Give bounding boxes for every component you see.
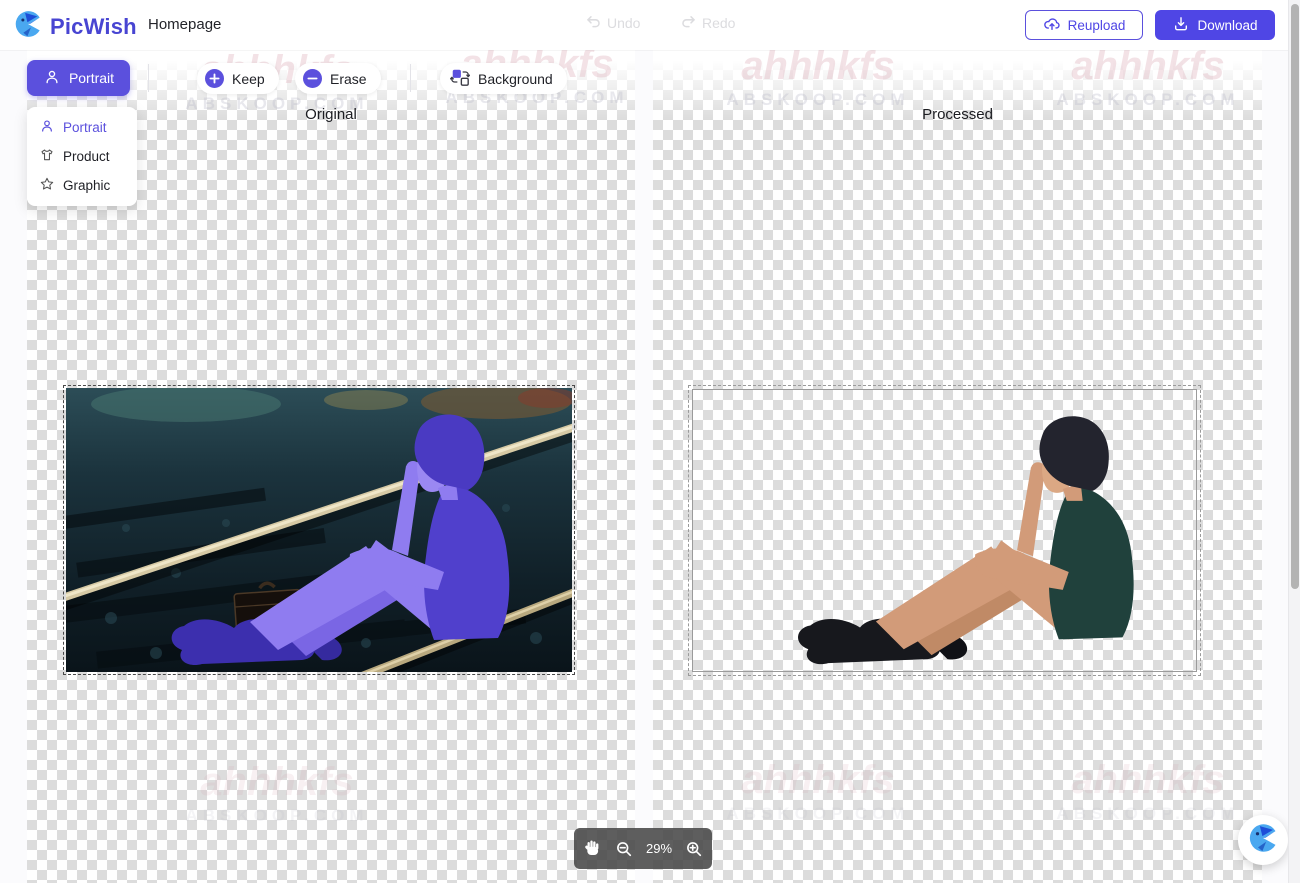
scrollbar-track[interactable] [1288, 0, 1300, 883]
plus-circle-icon [205, 69, 224, 88]
scrollbar-thumb[interactable] [1291, 4, 1299, 589]
reupload-button[interactable]: Reupload [1025, 10, 1143, 40]
processed-image[interactable] [692, 389, 1197, 672]
dropdown-item-label: Product [63, 149, 110, 164]
picwish-bird-icon [1248, 823, 1278, 858]
watermark: ahhhkfsABSKOOP.COM [698, 760, 938, 824]
redo-arrow-icon [680, 13, 697, 33]
logo-text: PicWish [50, 14, 137, 40]
person-icon [39, 118, 55, 137]
editor-workspace: ahhhkfsABSKOOP.COM ahhhkfsABSKOOP.COM ah… [0, 50, 1300, 883]
star-icon [39, 176, 55, 195]
picwish-logo-icon [14, 10, 42, 43]
redo-label: Redo [702, 15, 735, 31]
background-tool-button[interactable]: Background [440, 63, 567, 94]
watermark: ahhhkfsABSKOOP.COM [157, 762, 397, 826]
original-image[interactable] [66, 388, 572, 672]
homepage-link[interactable]: Homepage [148, 16, 221, 33]
undo-arrow-icon [585, 13, 602, 33]
mode-selector-label: Portrait [69, 70, 114, 86]
tshirt-icon [39, 147, 55, 166]
minus-circle-icon [303, 69, 322, 88]
watermark: ahhhkfsABSKOOP.COM [1028, 760, 1268, 824]
cutout-subject [798, 416, 1134, 664]
zoom-in-button[interactable] [685, 840, 703, 858]
dropdown-item-label: Portrait [63, 120, 107, 135]
app-logo[interactable]: PicWish [14, 10, 137, 43]
zoom-out-button[interactable] [615, 840, 633, 858]
zoom-level-value: 29% [646, 841, 672, 856]
zoom-controls: 29% [574, 828, 712, 869]
undo-button[interactable]: Undo [585, 13, 640, 33]
toolbar-divider [410, 64, 411, 92]
mode-selector-button[interactable]: Portrait [27, 60, 130, 96]
picwish-assistant-button[interactable] [1238, 815, 1288, 865]
erase-tool-button[interactable]: Erase [295, 63, 381, 94]
mode-dropdown-menu: Portrait Product Graphic [27, 107, 137, 206]
redo-button[interactable]: Redo [680, 13, 735, 33]
undo-label: Undo [607, 15, 640, 31]
keep-tool-label: Keep [232, 71, 265, 87]
watermark: ahhhkfsABSKOOP.COM [1028, 46, 1268, 110]
reupload-label: Reupload [1068, 18, 1126, 33]
dropdown-item-product[interactable]: Product [27, 142, 137, 171]
download-button[interactable]: Download [1155, 10, 1275, 40]
person-icon [43, 68, 61, 89]
app-header: PicWish Homepage Undo Redo [0, 0, 1300, 50]
cloud-upload-icon [1043, 15, 1061, 36]
pan-hand-icon[interactable] [583, 839, 602, 858]
toolbar-divider [148, 64, 149, 92]
keep-tool-button[interactable]: Keep [197, 63, 279, 94]
swap-squares-icon [450, 67, 470, 90]
dropdown-item-graphic[interactable]: Graphic [27, 171, 137, 200]
download-icon [1172, 15, 1190, 36]
processed-canvas-panel[interactable]: ahhhkfsABSKOOP.COM ahhhkfsABSKOOP.COM ah… [653, 50, 1262, 883]
dropdown-item-portrait[interactable]: Portrait [27, 113, 137, 142]
picwish-editor: PicWish Homepage Undo Redo [0, 0, 1300, 883]
processed-label: Processed [653, 106, 1262, 123]
erase-tool-label: Erase [330, 71, 367, 87]
watermark: ahhhkfsABSKOOP.COM [698, 46, 938, 110]
download-label: Download [1197, 18, 1257, 33]
background-tool-label: Background [478, 71, 553, 87]
dropdown-item-label: Graphic [63, 178, 110, 193]
